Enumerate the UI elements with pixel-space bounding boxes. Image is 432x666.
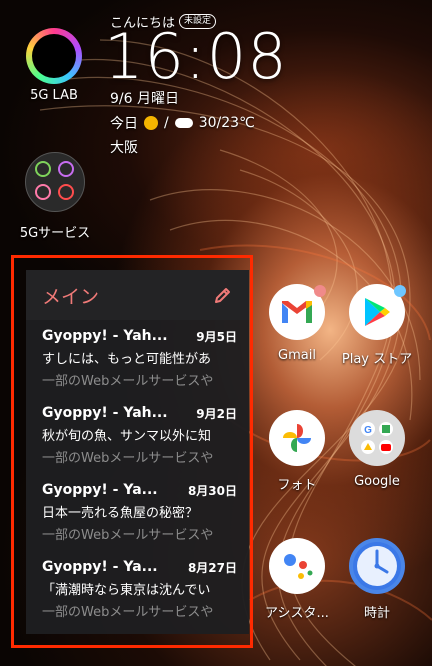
5g-services-icon xyxy=(25,152,85,212)
svg-text:G: G xyxy=(364,425,372,436)
app-label: 5G LAB xyxy=(30,88,78,103)
app-5g-services[interactable]: 5Gサービス xyxy=(5,152,105,241)
clock-icon xyxy=(349,538,405,594)
app-label: 5Gサービス xyxy=(19,226,91,241)
weather-city[interactable]: 大阪 xyxy=(110,137,138,157)
app-label: Google xyxy=(354,474,400,489)
app-assistant[interactable]: アシスタ... xyxy=(252,538,342,621)
weather-row[interactable]: 今日 / 30/23℃ xyxy=(110,113,255,133)
app-photos[interactable]: フォト xyxy=(252,410,342,493)
app-label: フォト xyxy=(277,478,317,493)
highlight-frame xyxy=(11,255,253,648)
app-gmail[interactable]: Gmail xyxy=(252,284,342,363)
app-google-folder[interactable]: G Google xyxy=(332,410,422,489)
app-label: Play ストア xyxy=(341,352,413,367)
app-clock[interactable]: 時計 xyxy=(332,538,422,621)
google-folder-icon: G xyxy=(349,410,405,466)
app-label: Gmail xyxy=(278,348,316,363)
app-5g-lab[interactable]: 5G LAB xyxy=(4,28,104,103)
play-store-icon xyxy=(349,284,406,340)
assistant-icon xyxy=(269,538,325,594)
5g-lab-icon xyxy=(26,28,82,84)
clock-date[interactable]: 9/6 月曜日 xyxy=(110,88,179,108)
slash-separator: / xyxy=(164,115,169,131)
weather-temps: 30/23℃ xyxy=(198,115,255,131)
app-label: アシスタ... xyxy=(265,606,329,621)
clock-time[interactable]: 16:08 xyxy=(104,20,288,93)
app-play-store[interactable]: Play ストア xyxy=(332,284,422,367)
weather-today-label: 今日 xyxy=(110,116,138,132)
gmail-icon xyxy=(269,284,326,340)
sun-icon xyxy=(144,116,158,130)
cloud-icon xyxy=(174,118,193,128)
app-label: 時計 xyxy=(363,606,390,621)
photos-icon xyxy=(269,410,325,466)
